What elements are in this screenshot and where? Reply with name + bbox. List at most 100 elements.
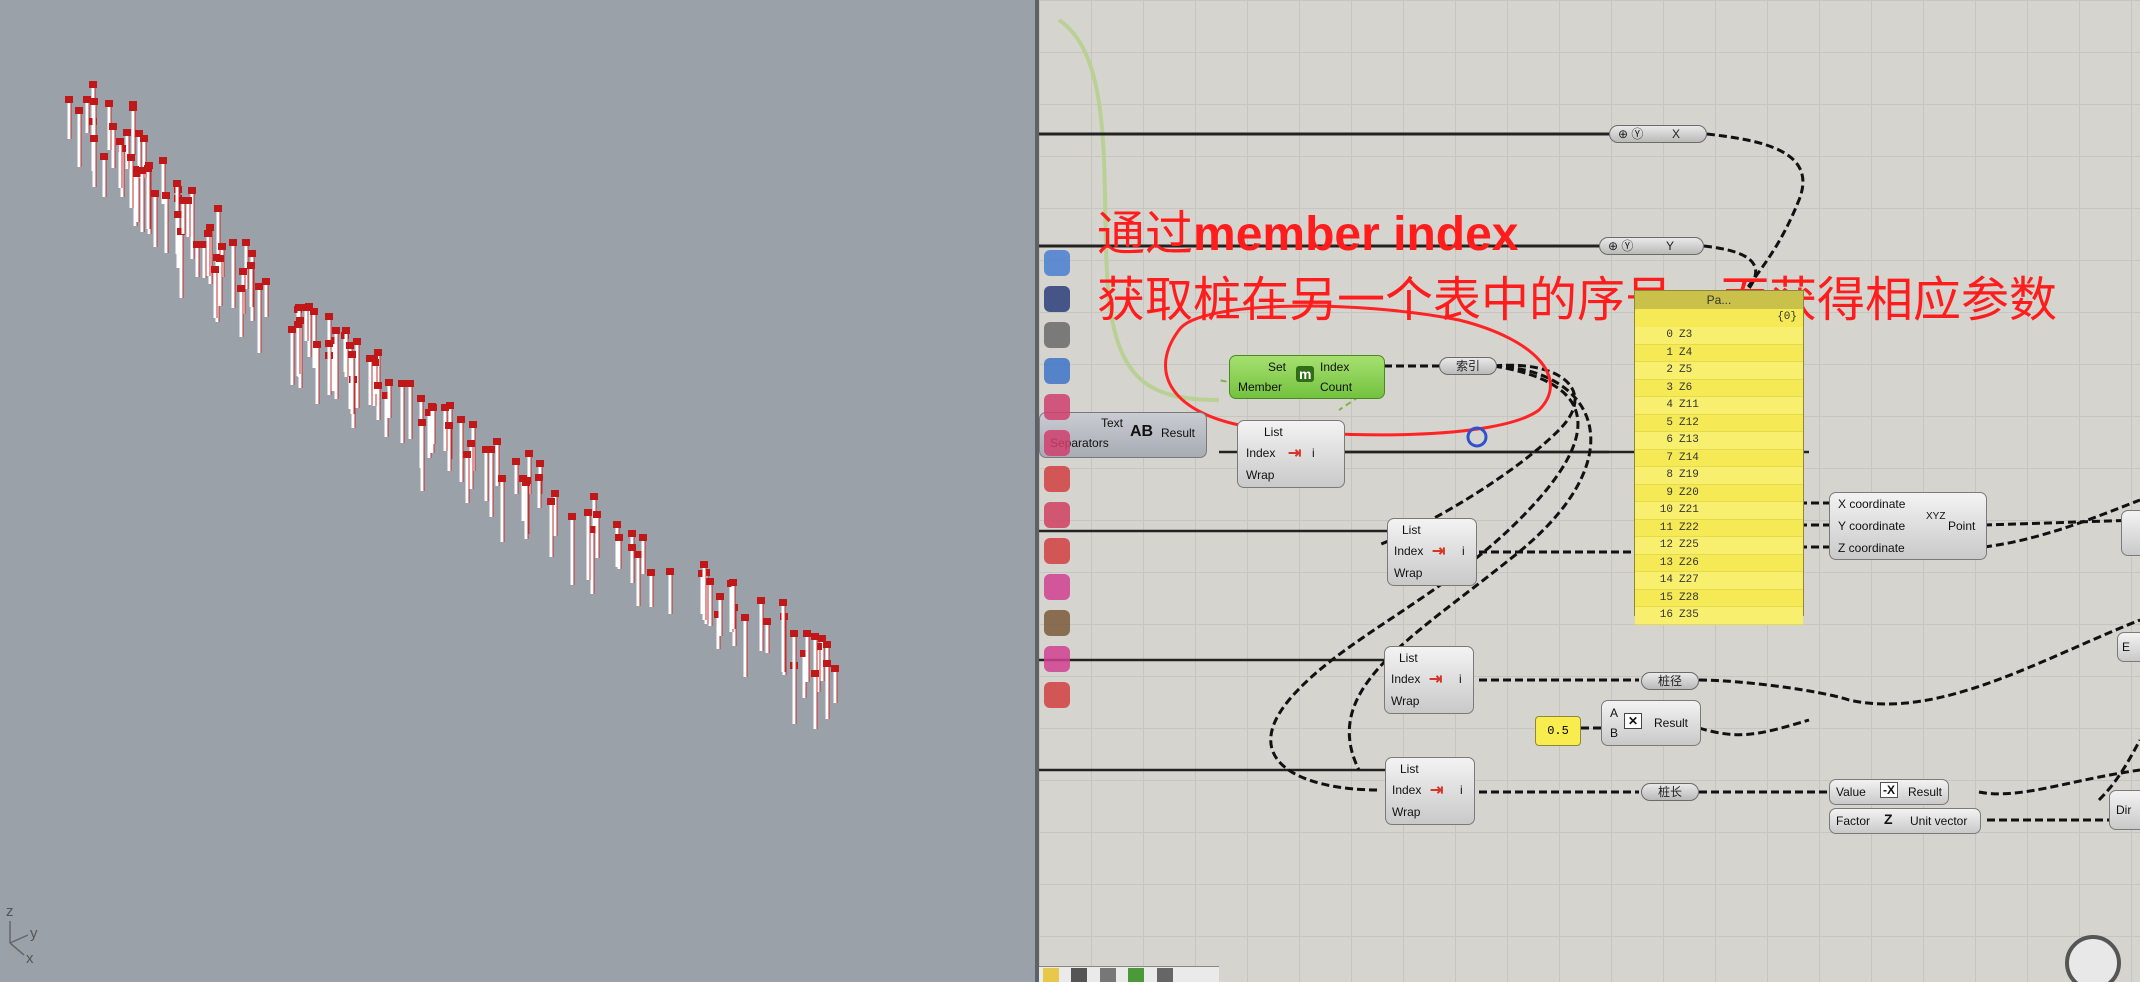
list-item-component-1[interactable]: List Index Wrap ⇥ i bbox=[1237, 420, 1345, 488]
param-y-icons: ⊕ Ⓨ bbox=[1608, 239, 1634, 253]
prohibit-icon-glyph bbox=[1044, 682, 1070, 708]
bottom-tool-icon-1[interactable] bbox=[1043, 968, 1059, 982]
list-item-component-3[interactable]: List Index Wrap ⇥ i bbox=[1384, 646, 1474, 714]
cross-icon[interactable] bbox=[1039, 533, 1075, 569]
panel-row: 5 Z12 bbox=[1635, 415, 1803, 432]
circle-icon-glyph bbox=[1044, 574, 1070, 600]
list-item-icon: ⇥ bbox=[1429, 671, 1443, 688]
cluster-icon[interactable] bbox=[1039, 245, 1075, 281]
prohibit-icon[interactable] bbox=[1039, 677, 1075, 713]
param-x[interactable]: ⊕ Ⓨ X bbox=[1609, 125, 1707, 143]
twist-icon-glyph bbox=[1044, 430, 1070, 456]
number-slider[interactable]: 0.5 bbox=[1535, 716, 1581, 746]
param-length[interactable]: 桩长 bbox=[1641, 783, 1699, 801]
panel-row-index: 0 bbox=[1666, 329, 1673, 341]
bottom-tool-icon-2[interactable] bbox=[1071, 968, 1088, 982]
text-panel[interactable]: Pa... {0} 0 Z3 1 Z4 2 Z5 3 Z6 4 Z11 5 Z12 6 Z13 7 Z14 8 Z… bbox=[1634, 290, 1804, 625]
param-radius[interactable]: 桩径 bbox=[1641, 672, 1699, 690]
pile-cloud bbox=[65, 81, 839, 729]
construct-point-component[interactable]: X coordinate Y coordinate Z coordinate X… bbox=[1829, 492, 1987, 560]
pile-mark bbox=[457, 416, 465, 482]
pile-mark bbox=[790, 630, 798, 685]
list-item-component-2[interactable]: List Index Wrap ⇥ i bbox=[1387, 518, 1477, 586]
multiply-icon: ✕ bbox=[1624, 713, 1643, 729]
panel-row-value: Z5 bbox=[1679, 364, 1693, 376]
hand-icon[interactable] bbox=[1039, 497, 1075, 533]
pile-mark bbox=[151, 190, 159, 247]
unit-z-component[interactable]: Factor Z Unit vector bbox=[1829, 808, 1981, 834]
multiplication-component[interactable]: A B ✕ Result bbox=[1601, 700, 1701, 746]
pile-mark bbox=[512, 458, 520, 494]
panel-row-index: 5 bbox=[1666, 416, 1673, 429]
palette-icon[interactable] bbox=[1039, 605, 1075, 641]
panel-row-value: Z3 bbox=[1679, 329, 1693, 341]
panel-row: 9 Z20 bbox=[1635, 485, 1803, 502]
partial-component-right-mid[interactable]: E bbox=[2117, 632, 2140, 662]
member-index-component[interactable]: Set Member m Index Count bbox=[1229, 355, 1385, 399]
panel-path: {0} bbox=[1777, 311, 1797, 323]
box-icon[interactable] bbox=[1039, 389, 1075, 425]
pile-mark bbox=[406, 380, 414, 439]
panel-row: 0 Z3 bbox=[1635, 327, 1803, 345]
panel-row: 4 Z11 bbox=[1635, 397, 1803, 415]
pile-mark bbox=[75, 107, 83, 167]
negative-component[interactable]: Value -X Result bbox=[1829, 779, 1949, 805]
panel-row-value: Z20 bbox=[1679, 486, 1699, 499]
pile-mark bbox=[763, 618, 771, 653]
partial-component-right-bottom[interactable]: Dir bbox=[2109, 790, 2140, 830]
bottom-tool-icon-5[interactable] bbox=[1156, 968, 1173, 982]
text-join-icon: AB bbox=[1130, 423, 1154, 440]
panel-row-value: Z4 bbox=[1679, 346, 1693, 359]
list-item-component-4[interactable]: List Index Wrap ⇥ i bbox=[1385, 757, 1475, 825]
grid-icon[interactable] bbox=[1039, 317, 1075, 353]
panel-row-value: Z14 bbox=[1679, 451, 1699, 464]
panel-row-value: Z35 bbox=[1679, 609, 1699, 621]
panel-row-index: 4 bbox=[1666, 399, 1673, 411]
grid-icon-glyph bbox=[1044, 322, 1070, 348]
pile-mark bbox=[482, 446, 490, 501]
panel-row-value: Z26 bbox=[1679, 556, 1699, 569]
partial-component-right-top[interactable] bbox=[2121, 510, 2140, 556]
gha-icon[interactable] bbox=[1039, 281, 1075, 317]
palette-icon-glyph bbox=[1044, 610, 1070, 636]
panel-row-index: 13 bbox=[1659, 556, 1673, 569]
panel-row-value: Z27 bbox=[1679, 574, 1699, 586]
cluster-icon-glyph bbox=[1044, 250, 1070, 276]
pile-mark bbox=[229, 239, 237, 308]
pile-mark bbox=[255, 283, 263, 353]
panel-row-index: 3 bbox=[1666, 381, 1673, 394]
arrow-icon[interactable] bbox=[1039, 461, 1075, 497]
panel-row: 14 Z27 bbox=[1635, 572, 1803, 590]
panel-row-index: 7 bbox=[1666, 451, 1673, 464]
bottom-toolbar[interactable] bbox=[1039, 966, 1219, 982]
bottom-tool-icon-3[interactable] bbox=[1099, 968, 1116, 982]
circle-icon[interactable] bbox=[1039, 569, 1075, 605]
rhino-viewport[interactable]: z y x bbox=[0, 0, 1035, 982]
pile-mark bbox=[628, 544, 636, 583]
canvas-navigation-wheel-icon[interactable] bbox=[2065, 935, 2121, 982]
panel-row-index: 9 bbox=[1666, 486, 1673, 499]
bottom-tool-icon-4[interactable] bbox=[1128, 968, 1145, 982]
list-item-icon: ⇥ bbox=[1430, 782, 1444, 799]
table-icon[interactable] bbox=[1039, 641, 1075, 677]
navigate-icon[interactable] bbox=[1039, 353, 1075, 389]
grasshopper-canvas[interactable]: 通过member index 获取桩在另一个表中的序号，而获得相应参数 ⊕ Ⓨ … bbox=[1039, 0, 2140, 982]
pile-mark bbox=[568, 513, 576, 585]
panel-row-value: Z6 bbox=[1679, 381, 1693, 394]
annotation-line-2: 获取桩在另一个表中的序号，而获得相应参数 bbox=[1097, 274, 2058, 327]
list-item-icon: ⇥ bbox=[1432, 543, 1446, 560]
panel-row-value: Z28 bbox=[1679, 591, 1699, 604]
panel-row: 13 Z26 bbox=[1635, 555, 1803, 572]
pile-mark bbox=[831, 665, 839, 703]
panel-row-value: Z25 bbox=[1679, 539, 1699, 551]
twist-icon[interactable] bbox=[1039, 425, 1075, 461]
pile-mark bbox=[398, 380, 406, 443]
param-y[interactable]: ⊕ Ⓨ Y bbox=[1599, 237, 1704, 255]
annotation-line-1: 通过member index bbox=[1097, 194, 1518, 264]
navigate-icon-glyph bbox=[1044, 358, 1070, 384]
hand-icon-glyph bbox=[1044, 502, 1070, 528]
param-index[interactable]: 索引 bbox=[1439, 357, 1497, 375]
annotation-prefix: 通过 bbox=[1097, 208, 1194, 261]
box-icon-glyph bbox=[1044, 394, 1070, 420]
panel-row-index: 15 bbox=[1659, 591, 1673, 604]
